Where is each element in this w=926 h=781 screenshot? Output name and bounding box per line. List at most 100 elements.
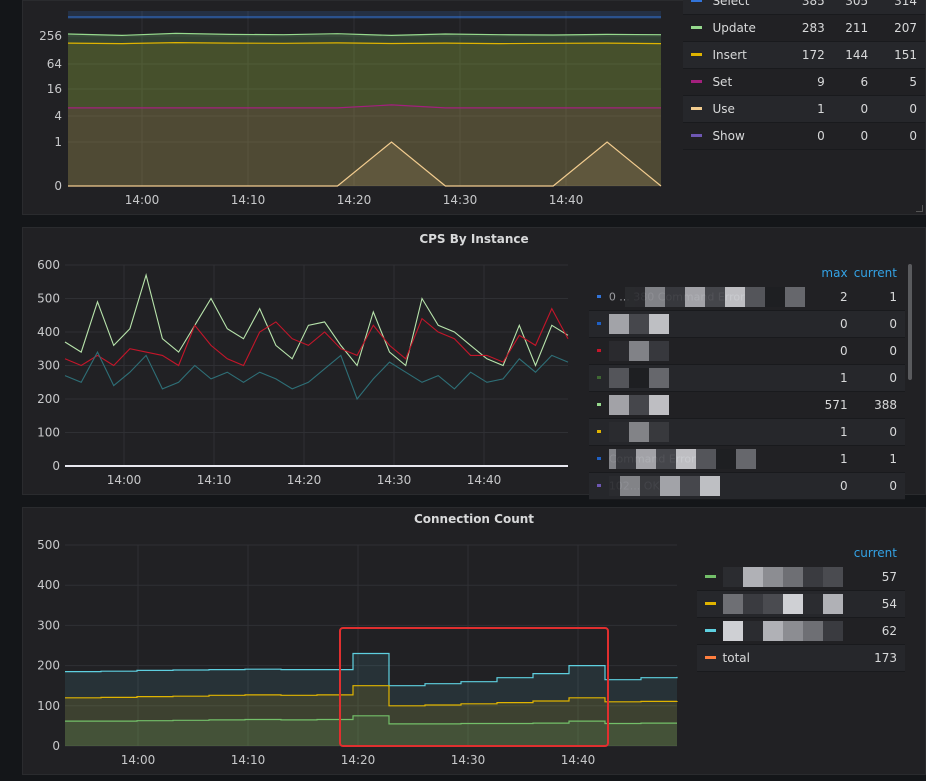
y-tick-label: 400 [37, 578, 60, 592]
x-tick-label: 14:30 [443, 193, 478, 207]
legend-row[interactable]: 1 0 [589, 418, 905, 446]
legend-max: 283 [788, 14, 825, 42]
series-color-swatch [597, 294, 601, 298]
panel-resize-handle[interactable] [916, 205, 923, 212]
redacted-block [742, 594, 763, 614]
redacted-block [628, 395, 649, 415]
y-tick-label: 4 [54, 109, 62, 123]
legend-row[interactable]: 1 0 [589, 364, 905, 392]
redacted-block [624, 287, 645, 307]
legend-min: 0 [824, 95, 869, 123]
legend-series-name [608, 337, 809, 365]
redacted-block [764, 287, 785, 307]
redacted-block [802, 567, 823, 587]
legend-row[interactable]: 0 0 [589, 310, 905, 338]
legend-row[interactable]: 57 [697, 564, 905, 591]
redacted-block [628, 314, 649, 334]
y-tick-label: 500 [37, 538, 60, 552]
legend-row[interactable]: 0 0 [589, 337, 905, 365]
x-tick-label: 14:00 [121, 753, 156, 767]
legend-row-select[interactable]: Select 385 305 314 [683, 0, 925, 15]
legend-row[interactable]: 54 [697, 590, 905, 618]
legend-current: 57 [853, 564, 905, 591]
legend-series-name: Insert [712, 41, 789, 69]
redacted-block [628, 341, 649, 361]
legend-row-show[interactable]: Show 0 0 0 [683, 122, 925, 150]
connection-count-chart: 500 400 300 200 100 0 14:00 14:10 14:20 14:30 14:… [37, 538, 678, 767]
legend-series-name: Command Error [608, 445, 809, 473]
legend-min: 6 [824, 68, 869, 96]
legend-row[interactable]: 62 [697, 617, 905, 645]
legend-series-name: Use [712, 95, 789, 123]
legend-max: 0 [808, 337, 848, 365]
legend-header-current[interactable]: current [854, 542, 905, 564]
series-color-swatch [597, 375, 601, 379]
redacted-block [615, 449, 636, 469]
series-color-swatch [691, 0, 702, 2]
series-line-0 [64, 273, 569, 367]
legend-current: 314 [868, 0, 925, 15]
redacted-block [724, 287, 745, 307]
legend-current: 0 [868, 122, 925, 150]
redacted-block [695, 449, 716, 469]
redacted-block [608, 449, 616, 469]
x-tick-label: 14:40 [467, 473, 502, 487]
legend-current: 62 [853, 617, 905, 645]
legend-max: 1 [808, 445, 848, 473]
legend-header: max current [589, 262, 905, 284]
legend-row-insert[interactable]: Insert 172 144 151 [683, 41, 925, 69]
legend-min: 211 [824, 14, 869, 42]
redacted-block [628, 422, 649, 442]
x-tick-label: 14:30 [451, 753, 486, 767]
legend-current: 54 [853, 590, 905, 618]
legend-series-name [722, 564, 854, 591]
redacted-block [648, 368, 669, 388]
legend-header-current[interactable]: current [848, 262, 905, 284]
legend-series-name [722, 590, 854, 618]
redacted-block [742, 621, 763, 641]
x-tick-label: 14:00 [125, 193, 160, 207]
legend-max: 0 [808, 310, 848, 338]
series-color-swatch [597, 348, 601, 352]
redacted-block [628, 368, 649, 388]
legend-row-update[interactable]: Update 283 211 207 [683, 14, 925, 42]
legend-row[interactable]: 0 ... 380 Command Error 2 1 [589, 284, 905, 311]
x-tick-label: 14:10 [197, 473, 232, 487]
legend-row-set[interactable]: Set 9 6 5 [683, 68, 925, 96]
legend-row[interactable]: total 173 [697, 644, 905, 672]
legend-current: 1 [847, 284, 905, 311]
legend-scrollbar[interactable] [908, 264, 912, 380]
x-tick-label: 14:20 [341, 753, 376, 767]
series-line-insert [67, 41, 662, 45]
legend-max: 1 [788, 95, 825, 123]
redacted-block [684, 287, 705, 307]
redacted-block [722, 621, 743, 641]
legend-row-use[interactable]: Use 1 0 0 [683, 95, 925, 123]
series-color-swatch [597, 456, 601, 460]
legend-row[interactable]: 102... OK 0 0 [589, 472, 905, 500]
redacted-block [644, 287, 665, 307]
series-color-swatch [691, 79, 702, 83]
series-color-swatch [705, 628, 716, 632]
redacted-block [659, 476, 680, 496]
redacted-block [715, 449, 736, 469]
legend-min: 305 [824, 0, 869, 15]
redacted-block [744, 287, 765, 307]
series-color-swatch [597, 402, 601, 406]
redacted-block [742, 567, 763, 587]
y-tick-label: 16 [47, 82, 62, 96]
legend-series-name [722, 617, 854, 645]
legend-row[interactable]: 571 388 [589, 391, 905, 419]
legend-row[interactable]: Command Error 1 1 [589, 445, 905, 473]
connection-count-panel: Connection Count 500 400 300 200 100 0 14:00 1… [22, 507, 926, 775]
legend-series-name: 102... OK [608, 472, 809, 500]
series-color-swatch [691, 133, 702, 137]
y-tick-label: 300 [37, 618, 60, 632]
series-color-swatch [597, 483, 601, 487]
legend-max: 385 [788, 0, 825, 15]
redacted-block [639, 476, 660, 496]
legend-max: 571 [808, 391, 848, 419]
series-line-1 [64, 307, 569, 367]
legend-series-name: Show [712, 122, 789, 150]
legend-header-max[interactable]: max [809, 262, 847, 284]
